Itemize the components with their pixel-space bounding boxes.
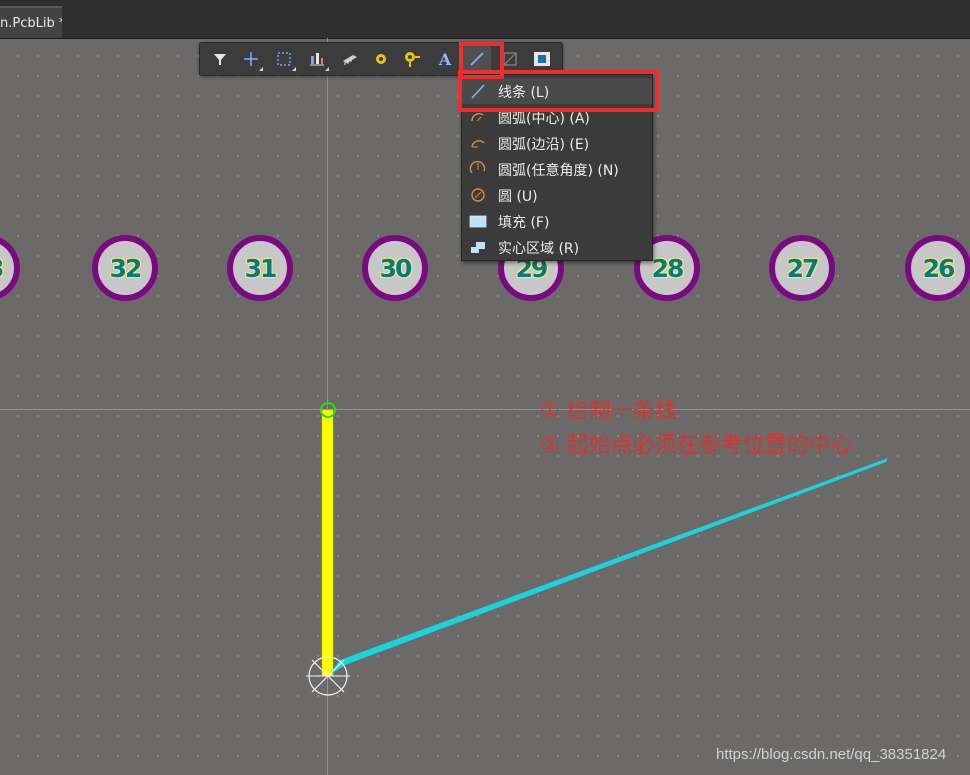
crosshair-icon [244,52,258,66]
menu-item-label: 填充 (F) [498,215,550,231]
menu-item-solid-region[interactable]: 实心区域 (R) [462,234,652,260]
arc-any-angle-icon [469,161,486,174]
solid-region-icon [471,242,485,253]
watermark: https://blog.csdn.net/qq_38351824 [716,746,947,763]
component-icon [343,55,357,65]
menu-item-circle[interactable]: 圆 (U) [462,182,652,208]
align-button[interactable] [303,45,331,73]
annotation-step-2: ② 起始点必须在参考位置的中心 [540,433,853,458]
menu-item-label: 实心区域 (R) [498,241,580,257]
pad-button[interactable] [367,45,395,73]
menu-item-fill[interactable]: 填充 (F) [462,208,652,234]
menu-item-label: 圆 (U) [498,189,538,205]
cyan-pointer-arrow [328,458,888,676]
select-button[interactable] [270,45,298,73]
dimension-icon [503,52,517,66]
filter-icon [214,54,226,65]
circle-icon [471,188,485,202]
menu-item-arc-any-angle[interactable]: 圆弧(任意角度) (N) [462,156,652,182]
annotation-step-1: ① 绘制一条线 [540,399,677,424]
yellow-trace-line [321,409,334,677]
align-icon [310,53,324,66]
region-icon [534,52,550,66]
pad-icon [376,54,386,64]
menu-item-arc-edge[interactable]: 圆弧(边沿) (E) [462,130,652,156]
fill-icon [469,215,487,228]
highlight-line-menu-item [458,70,659,112]
via-button[interactable] [398,45,426,73]
text-icon: A [438,49,452,69]
via-icon [405,52,420,67]
region-button[interactable] [528,45,556,73]
menu-item-label: 圆弧(边沿) (E) [498,137,590,153]
filter-button[interactable] [206,45,234,73]
selection-rect-icon [277,52,291,66]
text-button[interactable]: A [431,45,459,73]
origin-button[interactable] [237,45,265,73]
menu-item-label: 圆弧(任意角度) (N) [498,163,619,179]
component-button[interactable] [336,45,364,73]
arc-edge-icon [471,140,485,148]
